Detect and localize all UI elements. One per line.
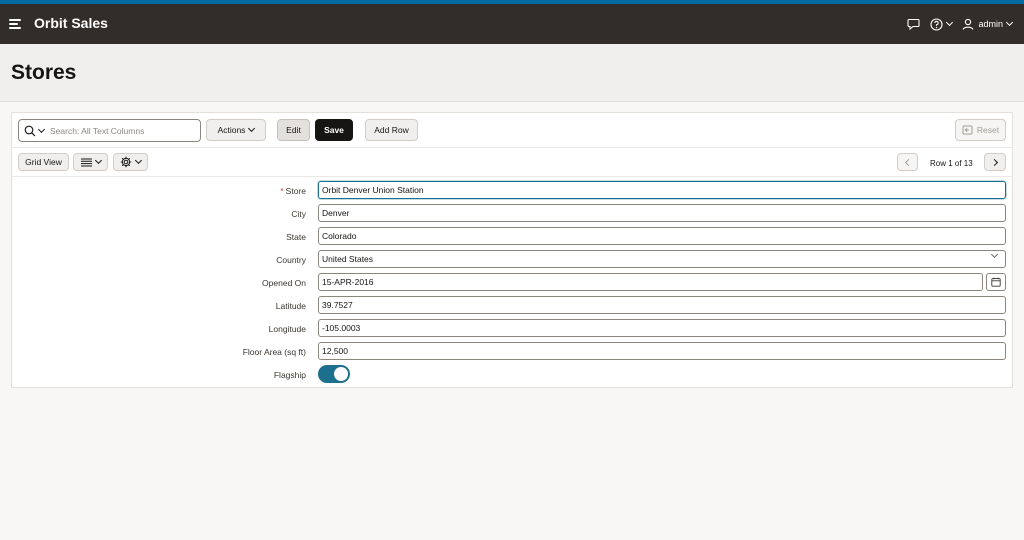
title-region: Stores: [0, 44, 1024, 102]
list-icon: [80, 158, 92, 166]
form-row-city: City Denver: [12, 204, 1012, 224]
latitude-label: Latitude: [275, 301, 306, 311]
opened-on-field[interactable]: 15-APR-2016: [318, 273, 983, 291]
state-label: State: [286, 232, 306, 242]
actions-label: Actions: [217, 125, 246, 135]
longitude-label: Longitude: [268, 324, 306, 334]
user-menu-button[interactable]: admin: [962, 18, 1014, 30]
app-title[interactable]: Orbit Sales: [34, 15, 108, 31]
previous-row-button[interactable]: [897, 153, 918, 171]
chevron-right-icon: [990, 158, 998, 166]
view-bar: Grid View Row 1 of 13: [12, 149, 1012, 177]
country-select[interactable]: United States: [318, 250, 1006, 268]
field-label: * Store: [280, 186, 306, 196]
grid-view-button[interactable]: Grid View: [18, 153, 69, 171]
feedback-button[interactable]: [907, 18, 921, 30]
flagship-toggle[interactable]: [318, 365, 350, 383]
chevron-down-icon: [1005, 18, 1014, 27]
form-row-longitude: Longitude -105.0003: [12, 319, 1012, 339]
edit-button[interactable]: Edit: [277, 119, 310, 141]
actions-menu-button[interactable]: Actions: [206, 119, 266, 141]
chevron-left-icon: [904, 158, 913, 166]
flagship-label: Flagship: [273, 370, 306, 380]
chat-icon: [907, 18, 921, 30]
toggle-knob: [334, 367, 348, 381]
form-row-state: State Colorado: [12, 227, 1012, 247]
row-view-selector[interactable]: [73, 153, 108, 171]
floor-area-label: Floor Area (sq ft): [242, 347, 306, 357]
reset-label: Reset: [976, 125, 1000, 135]
city-field[interactable]: Denver: [318, 204, 1006, 222]
opened-on-label: Opened On: [262, 278, 306, 288]
floor-area-field[interactable]: 12,500: [318, 342, 1006, 360]
store-field[interactable]: Orbit Denver Union Station: [318, 181, 1006, 199]
chevron-down-icon: [990, 250, 999, 259]
help-menu-button[interactable]: [930, 17, 954, 31]
page-title: Stores: [11, 61, 77, 84]
form-row-flagship: Flagship: [12, 365, 1012, 385]
calendar-icon: [991, 277, 1001, 287]
reset-icon: [962, 125, 973, 135]
form-row-floor-area: Floor Area (sq ft) 12,500: [12, 342, 1012, 362]
form-row-country: Country United States: [12, 250, 1012, 270]
menu-icon[interactable]: [9, 17, 25, 31]
store-label: Store: [285, 186, 306, 196]
save-button[interactable]: Save: [315, 119, 353, 141]
gear-icon: [120, 156, 132, 168]
longitude-field[interactable]: -105.0003: [318, 319, 1006, 337]
chevron-down-icon: [37, 125, 46, 133]
user-icon: [963, 18, 974, 30]
nav-right: admin: [907, 14, 1014, 34]
top-navigation-bar: Orbit Sales admin: [0, 4, 1024, 44]
date-picker-button[interactable]: [986, 273, 1006, 291]
city-label: City: [291, 209, 306, 219]
chevron-down-icon: [248, 124, 256, 133]
form-row-latitude: Latitude 39.7527: [12, 296, 1012, 316]
country-label: Country: [276, 255, 306, 265]
add-row-button[interactable]: Add Row: [365, 119, 418, 141]
grid-toolbar: Search: All Text Columns Actions Edit Sa…: [12, 113, 1012, 148]
reset-button[interactable]: Reset: [955, 119, 1006, 141]
state-field[interactable]: Colorado: [318, 227, 1006, 245]
country-value: United States: [322, 254, 374, 264]
settings-menu-button[interactable]: [113, 153, 148, 171]
help-icon: [930, 17, 944, 31]
form-row-store: * Store Orbit Denver Union Station: [12, 181, 1012, 201]
pager-text: Row 1 of 13: [930, 159, 973, 168]
user-name: admin: [978, 19, 1003, 29]
chevron-down-icon: [946, 18, 954, 27]
latitude-field[interactable]: 39.7527: [318, 296, 1006, 314]
search-placeholder: Search: All Text Columns: [50, 125, 145, 136]
required-indicator: *: [280, 186, 284, 196]
search-column-selector[interactable]: [24, 125, 50, 137]
search-input[interactable]: Search: All Text Columns: [18, 119, 201, 142]
chevron-down-icon: [134, 156, 143, 165]
chevron-down-icon: [94, 156, 102, 165]
form-row-opened-on: Opened On 15-APR-2016: [12, 273, 1012, 293]
next-row-button[interactable]: [984, 153, 1006, 171]
interactive-grid-panel: Search: All Text Columns Actions Edit Sa…: [11, 112, 1013, 388]
search-icon: [24, 125, 36, 136]
